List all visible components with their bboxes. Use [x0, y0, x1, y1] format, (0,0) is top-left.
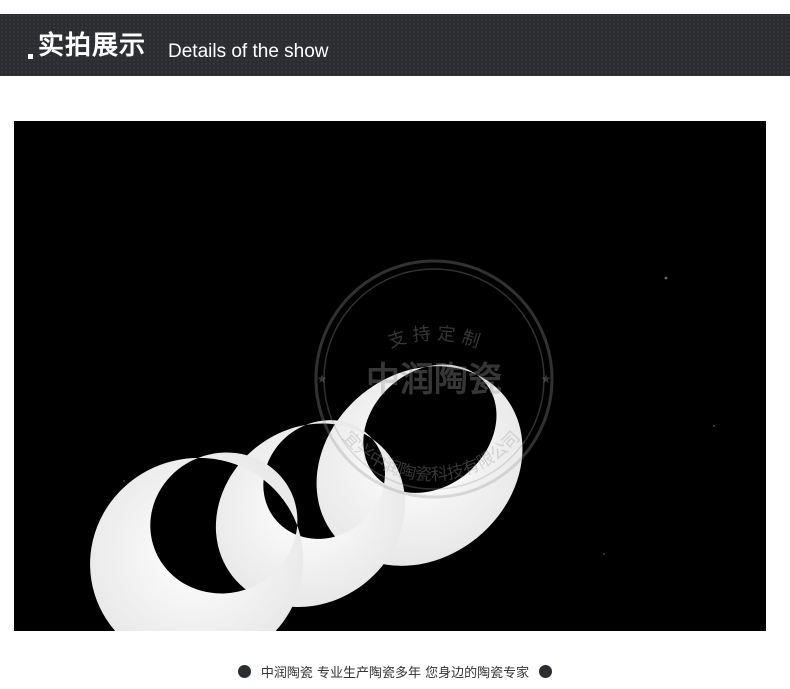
svg-text:★: ★ [317, 372, 328, 386]
section-header-bar: 实拍展示 Details of the show [0, 14, 790, 76]
section-subtitle: Details of the show [168, 41, 329, 62]
svg-text:★: ★ [541, 372, 552, 386]
footer-text: 中润陶瓷 专业生产陶瓷多年 您身边的陶瓷专家 [260, 665, 530, 681]
product-photo: 中润陶瓷 支 持 定 制 宜兴中润陶瓷科技有限公司 ★ ★ [14, 121, 766, 631]
section-title: 实拍展示 [38, 31, 147, 61]
footer-dot-left [237, 664, 251, 678]
watermark-center-text: 中润陶瓷 [366, 360, 502, 400]
footer-slogan: 中润陶瓷 专业生产陶瓷多年 您身边的陶瓷专家 [0, 658, 790, 684]
header-bullet [28, 54, 33, 59]
footer-dot-right [539, 664, 553, 678]
product-photo-image: 中润陶瓷 支 持 定 制 宜兴中润陶瓷科技有限公司 ★ ★ [14, 121, 766, 631]
